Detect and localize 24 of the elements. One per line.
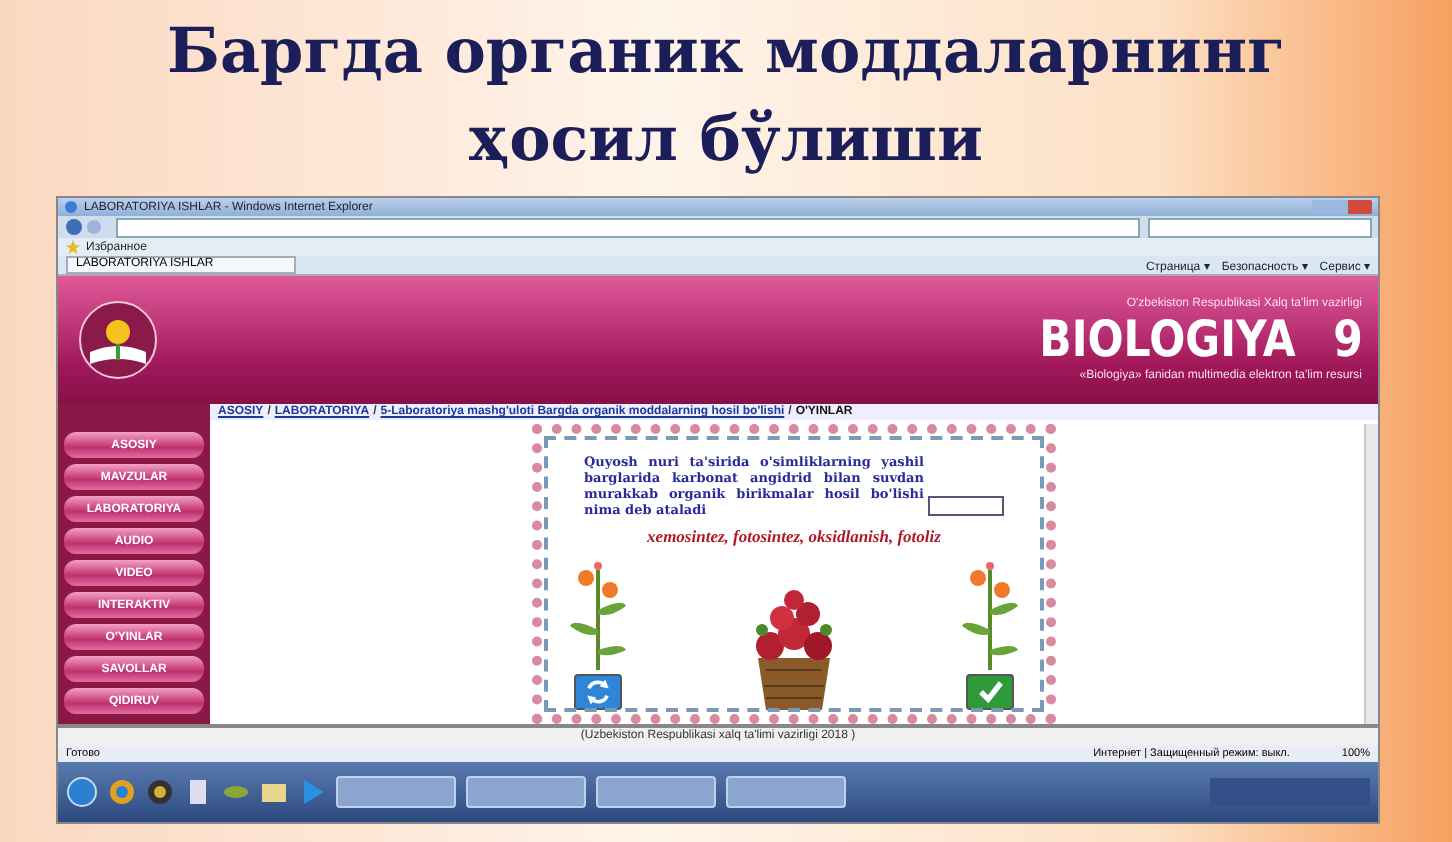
taskbar-window-button[interactable] (466, 776, 586, 808)
disc-icon (146, 778, 174, 806)
browser-icon (108, 778, 136, 806)
start-orb-icon (66, 776, 98, 808)
taskbar-window-button[interactable] (596, 776, 716, 808)
search-field[interactable] (1148, 217, 1372, 237)
window-controls[interactable] (1312, 200, 1372, 214)
document-icon (184, 778, 212, 806)
logo-drawing (78, 300, 158, 380)
answer-field[interactable] (928, 496, 1004, 516)
refresh-button[interactable] (574, 674, 622, 710)
slide-title: Баргда органик моддаларнинг ҳосил бўлиши (164, 14, 1288, 180)
answer-options-text: xemosintez, fotosintez, oksidlanish, fotoliz (647, 526, 941, 546)
browser-icon (64, 200, 78, 214)
grade-number: 9 (1332, 310, 1362, 369)
check-button[interactable] (966, 674, 1014, 710)
taskbar-window-button[interactable] (726, 776, 846, 808)
taskbar-window-button[interactable] (336, 776, 456, 808)
folder-icon (260, 778, 288, 806)
address-field[interactable] (116, 217, 1140, 237)
site-title: BIOLOGIYA (1038, 310, 1296, 369)
play-icon (298, 778, 326, 806)
scrollbar[interactable] (1364, 424, 1378, 724)
star-icon (66, 240, 80, 254)
